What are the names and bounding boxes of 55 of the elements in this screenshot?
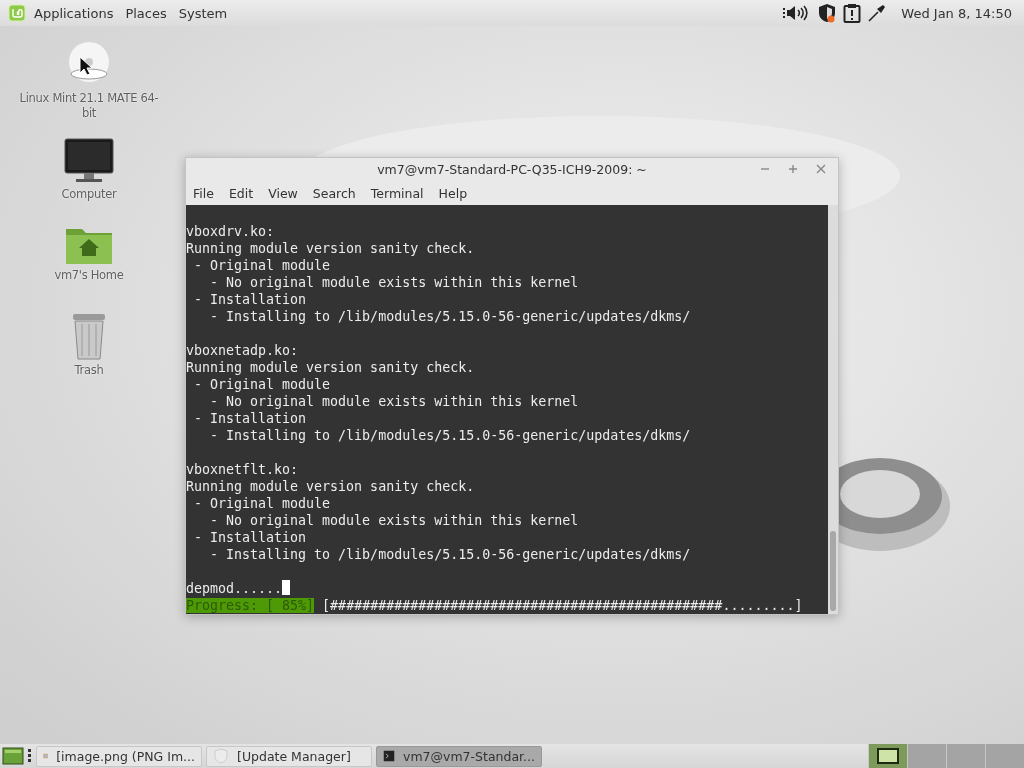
desktop-icon-label[interactable]: vm7's Home xyxy=(14,268,164,283)
terminal-line: - No original module exists within this kernel xyxy=(209,394,579,409)
terminal-line: - Installing to /lib/modules/5.15.0-56-generic/updates/dkms/ xyxy=(209,428,691,443)
terminal-line: - No original module exists within this kernel xyxy=(209,513,579,528)
terminal-line: Running module version sanity check. xyxy=(186,360,475,375)
terminal-line: Running module version sanity check. xyxy=(186,479,475,494)
progress-bar-text: [#################################################.........] xyxy=(322,598,803,613)
terminal-line: - Original module xyxy=(193,258,331,273)
terminal-line: vboxnetadp.ko: xyxy=(186,343,299,358)
close-icon[interactable] xyxy=(816,164,826,174)
taskbar-button[interactable]: [Update Manager] xyxy=(206,745,372,767)
terminal-line: - Installing to /lib/modules/5.15.0-56-generic/updates/dkms/ xyxy=(209,547,691,562)
mint-logo-icon[interactable] xyxy=(8,4,26,22)
clipboard-alert-icon[interactable] xyxy=(843,3,862,23)
menu-item[interactable]: File xyxy=(193,185,214,201)
monitor-icon[interactable] xyxy=(64,138,114,184)
menu-item[interactable]: View xyxy=(268,185,298,201)
menu-item[interactable]: Terminal xyxy=(370,185,424,201)
terminal-line: - Installation xyxy=(193,411,307,426)
terminal-line: - No original module exists within this kernel xyxy=(209,275,579,290)
panel-menu[interactable]: Places xyxy=(125,5,173,21)
terminal-line: - Original module xyxy=(193,496,331,511)
trash-icon[interactable] xyxy=(72,312,106,360)
terminal-line: - Installing to /lib/modules/5.15.0-56-generic/updates/dkms/ xyxy=(209,309,691,324)
panel-menu[interactable]: System xyxy=(178,5,234,21)
scrollbar[interactable] xyxy=(828,205,838,614)
panel-menu[interactable]: Applications xyxy=(34,5,120,21)
terminal-line: - Installation xyxy=(193,292,307,307)
clock[interactable]: Wed Jan 8, 14:50 xyxy=(901,5,1012,21)
terminal-line: depmod...... xyxy=(186,581,283,596)
menu-item[interactable]: Edit xyxy=(228,185,254,201)
terminal-line: Running module version sanity check. xyxy=(186,241,475,256)
terminal-line: - Original module xyxy=(193,377,331,392)
scrollbar-thumb[interactable] xyxy=(830,531,836,611)
desktop-icon-label[interactable]: Linux Mint 21.1 MATE 64-bit xyxy=(14,91,164,121)
desktop-icon-label[interactable]: Trash xyxy=(14,363,164,378)
progress-label: Progress: [ 85%] xyxy=(186,598,315,613)
terminal-line: vboxdrv.ko: xyxy=(186,224,275,239)
eyedropper-icon[interactable] xyxy=(867,3,888,23)
grip-icon[interactable] xyxy=(28,749,32,763)
menu-item[interactable]: Help xyxy=(438,185,468,201)
terminal-icon xyxy=(383,748,395,764)
taskbar-button[interactable]: [image.png (PNG Im... xyxy=(36,745,202,767)
workspace-button[interactable] xyxy=(868,744,907,768)
menu-item[interactable]: Search xyxy=(312,185,356,201)
maximize-icon[interactable] xyxy=(788,164,798,174)
taskbar-button[interactable]: vm7@vm7-Standar... xyxy=(376,745,542,767)
text-cursor xyxy=(282,580,291,595)
window-title: vm7@vm7-Standard-PC-Q35-ICH9-2009: ~ xyxy=(377,162,647,177)
desktop-icon-label[interactable]: Computer xyxy=(14,187,164,202)
terminal-line: - Installation xyxy=(193,530,307,545)
mouse-pointer-icon xyxy=(79,56,93,76)
terminal-line: vboxnetflt.ko: xyxy=(186,462,299,477)
shield-icon[interactable] xyxy=(817,3,838,23)
shield-icon xyxy=(213,748,229,764)
